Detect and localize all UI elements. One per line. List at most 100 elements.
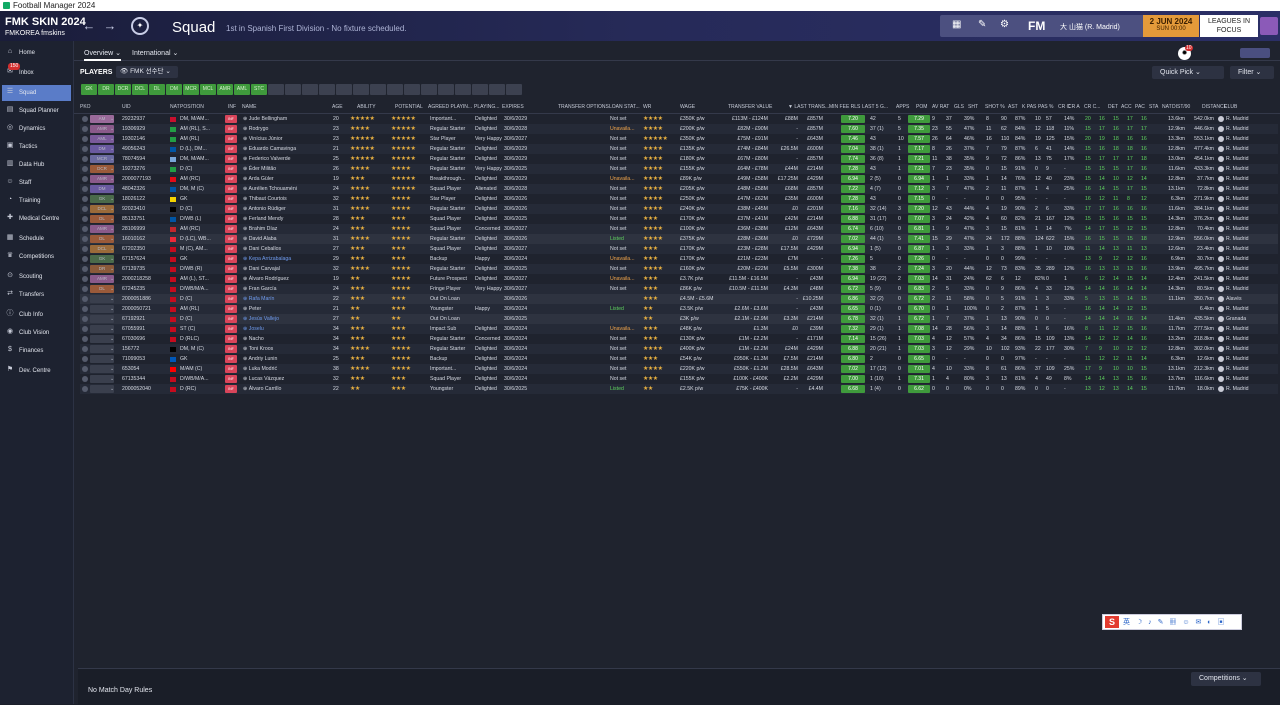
row-select-checkbox[interactable] xyxy=(82,126,88,132)
table-row[interactable]: DCL ⌄ 92023410 D (C) INF ⊕ Antonio Rüdiger 31 ★… xyxy=(80,204,1278,214)
position-chip[interactable] xyxy=(336,84,352,95)
row-select-checkbox[interactable] xyxy=(82,286,88,292)
table-row[interactable]: ⌄ 156772 DM, M (C) INF ⊕ Toni Kroos 34 ★★★★ ★★★… xyxy=(80,344,1278,354)
column-header-last-game[interactable]: LAST 5 G... xyxy=(862,104,888,110)
cell-player-name[interactable]: ⊕ David Alaba xyxy=(243,234,328,244)
row-select-checkbox[interactable] xyxy=(82,186,88,192)
row-select-checkbox[interactable] xyxy=(82,236,88,242)
column-header-potential[interactable]: POTENTIAL xyxy=(395,104,423,110)
column-header-loan-status[interactable]: LOAN STAT... xyxy=(609,104,640,110)
cell-player-name[interactable]: ⊕ Rafa Marín xyxy=(243,294,328,304)
column-header-cra[interactable]: CR A xyxy=(1068,104,1080,110)
position-chip[interactable]: MCL xyxy=(200,84,216,95)
tab-international[interactable]: International ⌄ xyxy=(132,49,178,57)
column-header-dist-90[interactable]: DIST/90 xyxy=(1172,104,1190,110)
sidebar-item-inbox[interactable]: 150 ✉ Inbox xyxy=(2,63,71,81)
row-select-checkbox[interactable] xyxy=(82,256,88,262)
row-expand-icon[interactable]: ⌄ xyxy=(110,164,114,174)
column-header-pac[interactable]: PAC xyxy=(1135,104,1145,110)
position-chip[interactable]: GK xyxy=(81,84,97,95)
club-crest-icon[interactable]: ✦ xyxy=(131,17,149,35)
table-row[interactable]: DM ⌄ 48042326 DM, M (C) INF ⊕ Aurélien Tchoua… xyxy=(80,184,1278,194)
column-header-transfer-value[interactable]: TRANSFER VALUE xyxy=(728,104,772,110)
column-header-inf[interactable]: INF xyxy=(228,104,236,110)
menu-toggle[interactable] xyxy=(1240,48,1270,58)
row-select-checkbox[interactable] xyxy=(82,346,88,352)
cell-player-name[interactable]: ⊕ Brahim Díaz xyxy=(243,224,328,234)
cell-player-name[interactable]: ⊕ Eduardo Camavinga xyxy=(243,144,328,154)
column-header-wr[interactable]: WR xyxy=(643,104,651,110)
row-expand-icon[interactable]: ⌄ xyxy=(110,304,114,314)
column-header-gls[interactable]: GLS xyxy=(954,104,964,110)
row-select-checkbox[interactable] xyxy=(82,116,88,122)
row-select-checkbox[interactable] xyxy=(82,296,88,302)
row-select-checkbox[interactable] xyxy=(82,356,88,362)
position-chip[interactable] xyxy=(438,84,454,95)
position-chip[interactable] xyxy=(472,84,488,95)
cell-player-name[interactable]: ⊕ Vinícius Júnior xyxy=(243,134,328,144)
cell-player-name[interactable]: ⊕ Federico Valverde xyxy=(243,154,328,164)
position-chip[interactable] xyxy=(370,84,386,95)
row-expand-icon[interactable]: ⌄ xyxy=(110,234,114,244)
row-expand-icon[interactable]: ⌄ xyxy=(110,274,114,284)
column-header-nat2[interactable]: NAT xyxy=(1162,104,1172,110)
row-expand-icon[interactable]: ⌄ xyxy=(110,134,114,144)
position-chip[interactable] xyxy=(421,84,437,95)
sidebar-item-data-hub[interactable]: ▥ Data Hub xyxy=(2,157,71,173)
row-select-checkbox[interactable] xyxy=(82,266,88,272)
cell-player-name[interactable]: ⊕ Jesús Vallejo xyxy=(243,314,328,324)
sidebar-item-home[interactable]: ⌂ Home xyxy=(2,45,71,61)
row-expand-icon[interactable]: ⌄ xyxy=(110,324,114,334)
table-row[interactable]: AMR ⌄ 28106999 AM (RC) INF ⊕ Brahim Díaz 24 ★★★… xyxy=(80,224,1278,234)
filter-button[interactable]: Filter ⌄ xyxy=(1230,66,1274,79)
table-row[interactable]: DR ⌄ 67139735 D/WB (R) INF ⊕ Dani Carvajal 32 ★… xyxy=(80,264,1278,274)
cell-player-name[interactable]: ⊕ Rodrygo xyxy=(243,124,328,134)
sidebar-item-training[interactable]: ◔ Training xyxy=(2,193,71,209)
column-header-wage[interactable]: WAGE xyxy=(680,104,695,110)
cell-player-name[interactable]: ⊕ Toni Kroos xyxy=(243,344,328,354)
position-chip[interactable] xyxy=(302,84,318,95)
row-expand-icon[interactable]: ⌄ xyxy=(110,224,114,234)
row-select-checkbox[interactable] xyxy=(82,206,88,212)
leagues-in-focus-button[interactable]: LEAGUES IN FOCUS xyxy=(1200,15,1258,37)
row-expand-icon[interactable]: ⌄ xyxy=(110,124,114,134)
column-header-min-fee[interactable]: MIN FEE RLS xyxy=(829,104,860,110)
table-row[interactable]: ⌄ 2000052040 D (RC) INF ⊕ Álvaro Carrillo 22 ★… xyxy=(80,384,1278,394)
table-row[interactable]: DCL ⌄ 67202350 M (C), AM... INF ⊕ Dani Ceball… xyxy=(80,244,1278,254)
column-header-pom[interactable]: POM xyxy=(916,104,927,110)
cell-player-name[interactable]: ⊕ Antonio Rüdiger xyxy=(243,204,328,214)
row-select-checkbox[interactable] xyxy=(82,336,88,342)
table-row[interactable]: AMR ⌄ 19306929 AM (RL), S... INF ⊕ Rodrygo 23 ★… xyxy=(80,124,1278,134)
sidebar-item-transfers[interactable]: ⇄ Transfers xyxy=(2,287,71,303)
row-expand-icon[interactable]: ⌄ xyxy=(110,154,114,164)
table-row[interactable]: GK ⌄ 18026122 GK INF ⊕ Thibaut Courtois 32 ★★★★… xyxy=(80,194,1278,204)
column-header-expires[interactable]: EXPIRES xyxy=(502,104,524,110)
row-select-checkbox[interactable] xyxy=(82,316,88,322)
cell-player-name[interactable]: ⊕ Dani Carvajal xyxy=(243,264,328,274)
cell-player-name[interactable]: ⊕ Nacho xyxy=(243,334,328,344)
row-expand-icon[interactable]: ⌄ xyxy=(110,374,114,384)
position-chip[interactable]: DCL xyxy=(132,84,148,95)
sidebar-item-staff[interactable]: ☺ Staff xyxy=(2,175,71,191)
cell-player-name[interactable]: ⊕ Andriy Lunin xyxy=(243,354,328,364)
cell-player-name[interactable]: ⊕ Jude Bellingham xyxy=(243,114,328,124)
sidebar-item-scouting[interactable]: ⊙ Scouting xyxy=(2,269,71,285)
row-expand-icon[interactable]: ⌄ xyxy=(110,344,114,354)
row-select-checkbox[interactable] xyxy=(82,156,88,162)
position-chip[interactable]: DM xyxy=(166,84,182,95)
tab-overview[interactable]: Overview ⌄ xyxy=(84,49,121,61)
row-select-checkbox[interactable] xyxy=(82,166,88,172)
column-header-club[interactable]: CLUB xyxy=(1224,104,1237,110)
position-chip[interactable] xyxy=(285,84,301,95)
row-select-checkbox[interactable] xyxy=(82,376,88,382)
row-select-checkbox[interactable] xyxy=(82,196,88,202)
table-row[interactable]: AMR ⌄ 2000218258 AM (L), ST... INF ⊕ Álvaro R… xyxy=(80,274,1278,284)
cell-player-name[interactable]: ⊕ Ferland Mendy xyxy=(243,214,328,224)
sidebar-item-competitions[interactable]: ♛ Competitions xyxy=(2,249,71,265)
position-chip[interactable]: AML xyxy=(234,84,250,95)
column-header-name[interactable]: NAME xyxy=(242,104,256,110)
cell-player-name[interactable]: ⊕ Fran García xyxy=(243,284,328,294)
ime-toolbar[interactable]: S 英 ☽ ♪ ✎ ▦ ☺ ✉ ◐ ▣ xyxy=(1102,614,1242,630)
row-expand-icon[interactable]: ⌄ xyxy=(110,244,114,254)
row-expand-icon[interactable]: ⌄ xyxy=(110,294,114,304)
